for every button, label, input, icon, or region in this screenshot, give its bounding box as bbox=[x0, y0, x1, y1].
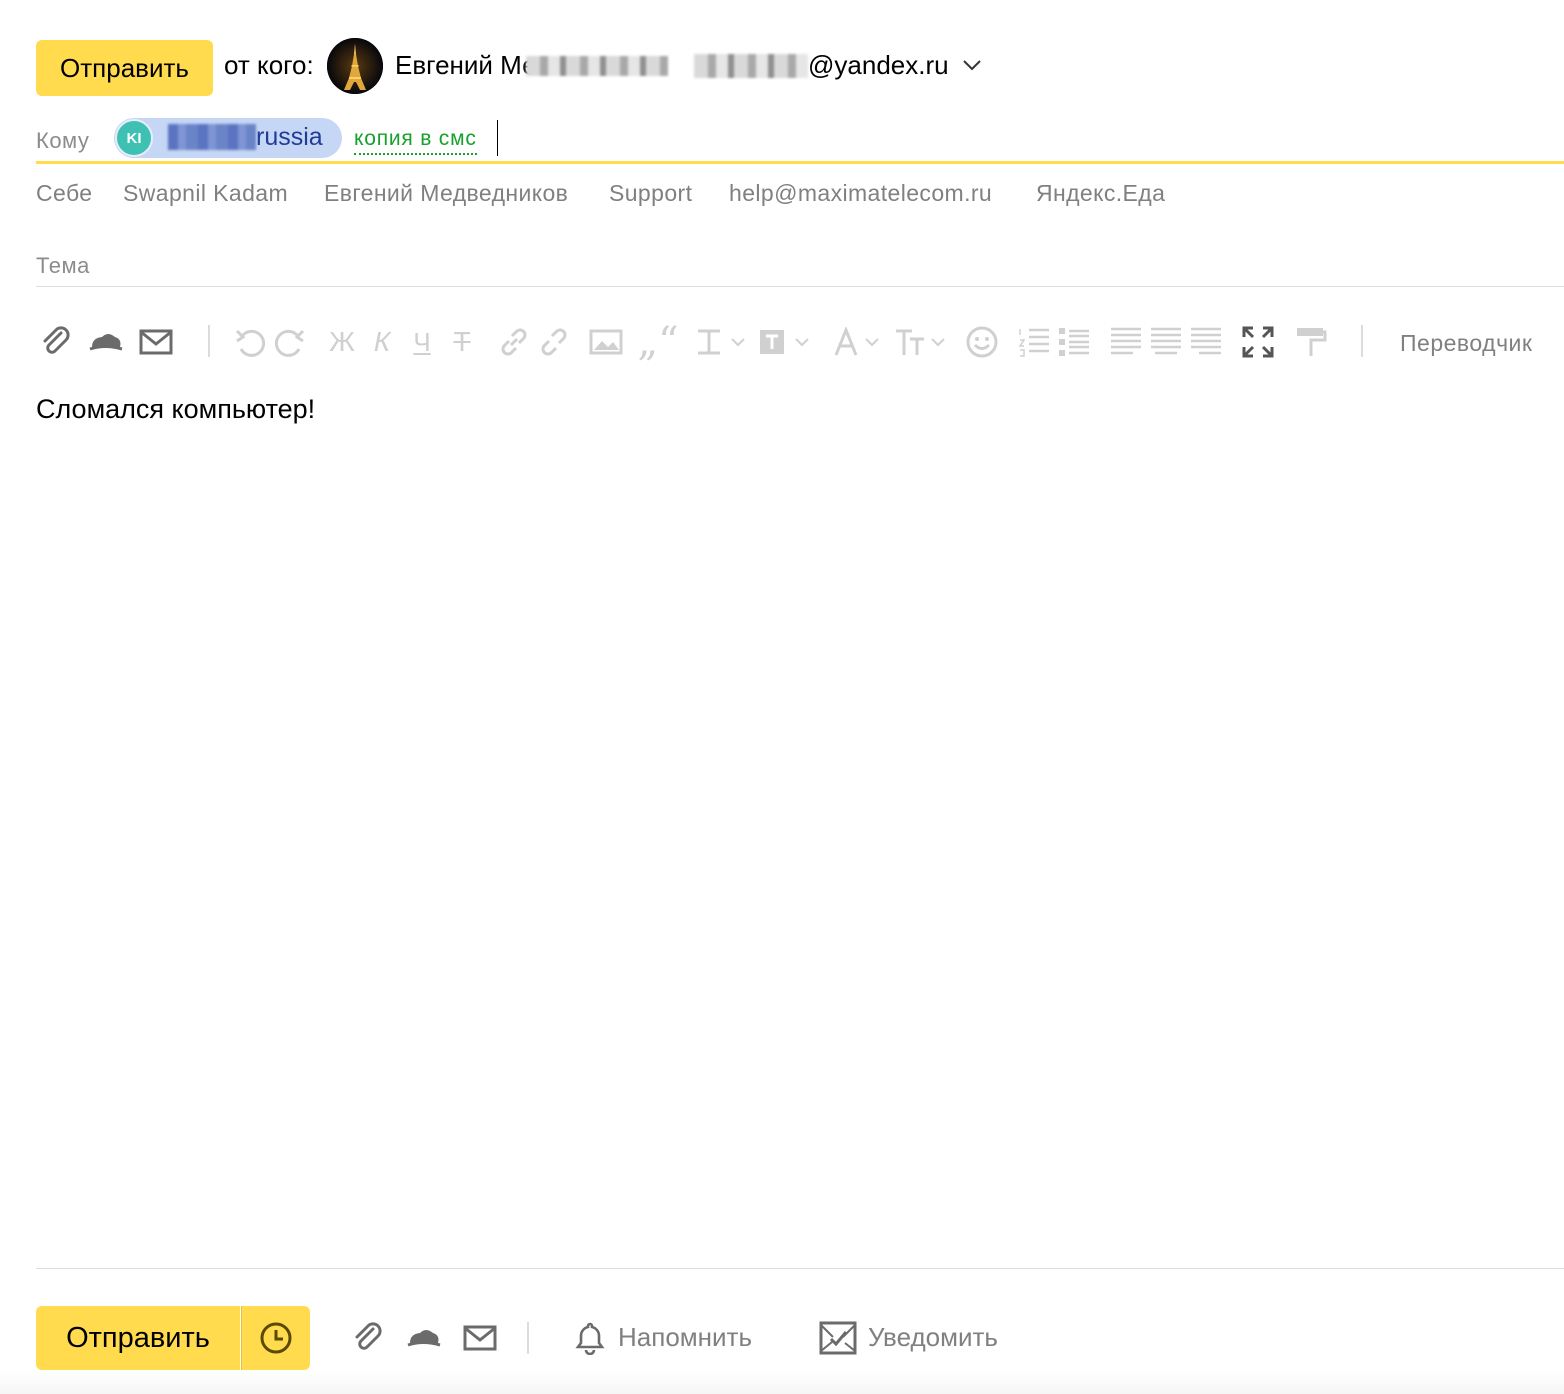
suggestion-contact[interactable]: Евгений Медведников bbox=[324, 180, 568, 207]
mail-attach-icon[interactable] bbox=[136, 322, 176, 362]
quote-icon[interactable]: „“ bbox=[637, 319, 678, 365]
fullscreen-icon[interactable] bbox=[1238, 322, 1278, 362]
align-left-icon[interactable] bbox=[1106, 322, 1146, 362]
eiffel-tower-photo bbox=[327, 38, 383, 94]
image-icon[interactable] bbox=[586, 322, 626, 362]
redacted-recipient bbox=[168, 124, 256, 150]
sms-copy-link[interactable]: копия в смс bbox=[354, 127, 477, 155]
to-label: Кому bbox=[36, 128, 90, 153]
redo-icon[interactable] bbox=[270, 322, 310, 362]
translator-button[interactable]: Переводчик bbox=[1400, 330, 1532, 357]
numbered-list-icon[interactable] bbox=[1014, 322, 1054, 362]
mail-attach-icon[interactable] bbox=[460, 1318, 500, 1358]
sender-name[interactable]: Евгений Ме bbox=[395, 50, 537, 81]
italic-icon[interactable]: К bbox=[362, 322, 402, 362]
send-button-top[interactable]: Отправить bbox=[36, 40, 213, 96]
link-icon[interactable] bbox=[494, 322, 534, 362]
emoji-icon[interactable] bbox=[962, 322, 1002, 362]
text-style-icon[interactable] bbox=[690, 322, 750, 362]
redacted-surname bbox=[526, 56, 668, 76]
unlink-icon[interactable] bbox=[534, 322, 574, 362]
recipient-address[interactable]: russia bbox=[256, 123, 323, 152]
redacted-email-local bbox=[694, 54, 808, 78]
bell-icon[interactable] bbox=[572, 1318, 608, 1358]
to-field-underline bbox=[36, 161, 1564, 164]
recipient-avatar: KI bbox=[115, 119, 153, 157]
font-size-icon[interactable] bbox=[892, 322, 952, 362]
align-right-icon[interactable] bbox=[1186, 322, 1226, 362]
send-button-bottom[interactable]: Отправить bbox=[36, 1306, 240, 1370]
toolbar-separator bbox=[1361, 325, 1363, 357]
sender-avatar[interactable] bbox=[327, 38, 383, 94]
subject-underline bbox=[36, 286, 1564, 287]
disk-icon[interactable] bbox=[86, 322, 126, 362]
schedule-send-button[interactable] bbox=[241, 1306, 310, 1370]
suggestion-contact[interactable]: Яндекс.Еда bbox=[1036, 180, 1165, 207]
disk-icon[interactable] bbox=[404, 1318, 444, 1358]
bullet-list-icon[interactable] bbox=[1054, 322, 1094, 362]
suggestion-contact[interactable]: help@maximatelecom.ru bbox=[729, 180, 992, 207]
chevron-down-icon[interactable] bbox=[962, 58, 982, 72]
format-painter-icon[interactable] bbox=[1290, 322, 1330, 362]
notify-icon[interactable] bbox=[818, 1318, 858, 1358]
remind-button[interactable]: Напомнить bbox=[618, 1322, 752, 1353]
footer-separator bbox=[527, 1322, 529, 1354]
font-color-icon[interactable] bbox=[830, 322, 890, 362]
suggestion-self[interactable]: Себе bbox=[36, 180, 92, 207]
message-body[interactable]: Сломался компьютер! bbox=[36, 394, 315, 425]
suggestion-contact[interactable]: Swapnil Kadam bbox=[123, 180, 288, 207]
strikethrough-icon[interactable]: Т bbox=[442, 322, 482, 362]
notify-button[interactable]: Уведомить bbox=[868, 1322, 998, 1353]
attach-icon[interactable] bbox=[36, 322, 76, 362]
undo-icon[interactable] bbox=[230, 322, 270, 362]
bottom-divider bbox=[36, 1268, 1564, 1269]
clock-icon bbox=[260, 1322, 292, 1354]
toolbar-separator bbox=[208, 325, 210, 357]
text-caret bbox=[497, 120, 498, 156]
from-label: от кого: bbox=[224, 50, 314, 80]
attach-icon[interactable] bbox=[348, 1318, 388, 1358]
align-center-icon[interactable] bbox=[1146, 322, 1186, 362]
underline-icon[interactable]: Ч bbox=[402, 322, 442, 362]
text-bg-icon[interactable] bbox=[756, 322, 816, 362]
bold-icon[interactable]: Ж bbox=[322, 322, 362, 362]
sender-email-domain[interactable]: @yandex.ru bbox=[808, 50, 949, 81]
subject-field[interactable]: Тема bbox=[36, 253, 90, 279]
suggestion-contact[interactable]: Support bbox=[609, 180, 692, 207]
